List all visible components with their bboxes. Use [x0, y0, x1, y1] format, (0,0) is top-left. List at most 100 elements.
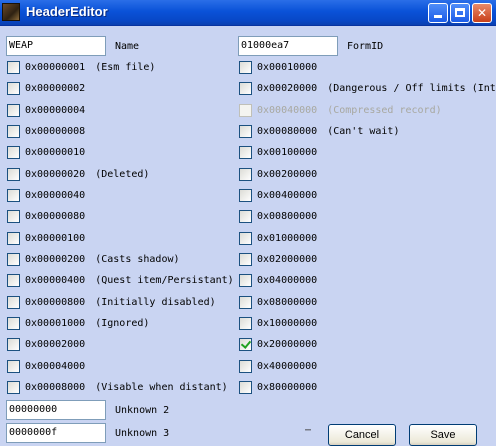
right-flag-checkbox[interactable]	[239, 274, 252, 287]
flag-code: 0x00400000	[257, 190, 318, 201]
right-flag-checkbox[interactable]	[239, 146, 252, 159]
flag-code: 0x00002000	[25, 339, 86, 350]
left-flag-label: 0x00000100	[25, 233, 85, 245]
left-flag-label: 0x00000020 (Deleted)	[25, 169, 149, 181]
right-flag-checkbox[interactable]	[239, 317, 252, 330]
flag-description: (Initially disabled)	[95, 297, 216, 308]
flag-code: 0x08000000	[257, 297, 318, 308]
left-flag-checkbox[interactable]	[7, 338, 20, 351]
flag-code: 0x00000200	[25, 254, 86, 265]
maximize-button[interactable]	[450, 3, 470, 23]
left-flag-checkbox[interactable]	[7, 232, 20, 245]
left-flag-checkbox[interactable]	[7, 296, 20, 309]
right-flag-label: 0x02000000	[257, 254, 317, 266]
formid-field[interactable]: 01000ea7	[238, 36, 338, 56]
left-flag-checkbox[interactable]	[7, 210, 20, 223]
flag-code: 0x00000001	[25, 62, 86, 73]
flag-code: 0x00200000	[257, 169, 318, 180]
left-flag-label: 0x00000080	[25, 211, 85, 223]
right-flag-checkbox[interactable]	[239, 253, 252, 266]
right-flag-label: 0x00020000 (Dangerous / Off limits (Inte	[257, 83, 496, 95]
right-flag-label: 0x00400000	[257, 190, 317, 202]
flag-code: 0x40000000	[257, 361, 318, 372]
flag-description: (Dangerous / Off limits (Inte	[327, 83, 496, 94]
right-flag-checkbox[interactable]	[239, 381, 252, 394]
title-bar[interactable]: HeaderEditor ✕	[0, 0, 496, 26]
flag-code: 0x00000400	[25, 275, 86, 286]
flag-description: (Casts shadow)	[95, 254, 180, 265]
record-type-field[interactable]: WEAP	[6, 36, 106, 56]
flag-code: 0x00000100	[25, 233, 86, 244]
minimize-button[interactable]	[428, 3, 448, 23]
unknown2-label: Unknown 2	[115, 405, 170, 416]
right-flag-checkbox[interactable]	[239, 210, 252, 223]
flag-description: (Deleted)	[95, 169, 150, 180]
right-flag-label: 0x10000000	[257, 318, 317, 330]
close-icon: ✕	[476, 6, 488, 20]
right-flag-checkbox[interactable]	[239, 82, 252, 95]
right-flag-checkbox[interactable]	[239, 360, 252, 373]
left-flag-checkbox[interactable]	[7, 125, 20, 138]
left-flag-label: 0x00008000 (Visable when distant)	[25, 382, 228, 394]
window-title: HeaderEditor	[26, 4, 108, 19]
right-flag-checkbox[interactable]	[239, 61, 252, 74]
left-flag-checkbox[interactable]	[7, 381, 20, 394]
maximize-icon	[455, 8, 465, 17]
left-flag-checkbox[interactable]	[7, 274, 20, 287]
right-flag-checkbox[interactable]	[239, 296, 252, 309]
left-flag-label: 0x00000400 (Quest item/Persistant)	[25, 275, 234, 287]
left-flag-checkbox[interactable]	[7, 61, 20, 74]
left-flag-label: 0x00000040	[25, 190, 85, 202]
unknown3-field[interactable]: 0000000f	[6, 423, 106, 443]
flag-description: (Visable when distant)	[95, 382, 228, 393]
flag-code: 0x10000000	[257, 318, 318, 329]
left-flag-checkbox[interactable]	[7, 189, 20, 202]
left-flag-label: 0x00004000	[25, 361, 85, 373]
left-flag-checkbox[interactable]	[7, 168, 20, 181]
flag-code: 0x00001000	[25, 318, 86, 329]
minimize-icon	[434, 15, 442, 18]
flag-code: 0x80000000	[257, 382, 318, 393]
save-button[interactable]: Save	[409, 424, 477, 446]
flag-code: 0x04000000	[257, 275, 318, 286]
right-flag-checkbox[interactable]	[239, 189, 252, 202]
flag-code: 0x00000002	[25, 83, 86, 94]
flag-description: (Quest item/Persistant)	[95, 275, 234, 286]
left-flag-checkbox[interactable]	[7, 146, 20, 159]
left-flag-label: 0x00002000	[25, 339, 85, 351]
left-flag-checkbox[interactable]	[7, 253, 20, 266]
left-flag-label: 0x00000010	[25, 147, 85, 159]
right-flag-checkbox[interactable]	[239, 338, 252, 351]
left-flag-label: 0x00000001 (Esm file)	[25, 62, 155, 74]
right-flag-label: 0x08000000	[257, 297, 317, 309]
flag-code: 0x00000800	[25, 297, 86, 308]
left-flag-label: 0x00000002	[25, 83, 85, 95]
unknown3-label: Unknown 3	[115, 428, 170, 439]
flag-code: 0x00080000	[257, 126, 318, 137]
flag-code: 0x00100000	[257, 147, 318, 158]
flag-code: 0x00000020	[25, 169, 86, 180]
left-flag-label: 0x00001000 (Ignored)	[25, 318, 149, 330]
app-icon	[2, 3, 20, 21]
left-flag-checkbox[interactable]	[7, 104, 20, 117]
right-flag-label: 0x00080000 (Can't wait)	[257, 126, 399, 138]
left-flag-checkbox[interactable]	[7, 317, 20, 330]
flag-code: 0x00000004	[25, 105, 86, 116]
name-label: Name	[115, 41, 140, 52]
left-flag-checkbox[interactable]	[7, 360, 20, 373]
right-flag-checkbox[interactable]	[239, 125, 252, 138]
unknown2-field[interactable]: 00000000	[6, 400, 106, 420]
right-flag-label: 0x00200000	[257, 169, 317, 181]
right-flag-label: 0x80000000	[257, 382, 317, 394]
flag-code: 0x00010000	[257, 62, 318, 73]
flag-code: 0x02000000	[257, 254, 318, 265]
flag-code: 0x00008000	[25, 382, 86, 393]
close-button[interactable]: ✕	[472, 3, 492, 23]
cancel-button[interactable]: Cancel	[328, 424, 396, 446]
flag-description: (Can't wait)	[327, 126, 400, 137]
left-flag-checkbox[interactable]	[7, 82, 20, 95]
right-flag-label: 0x20000000	[257, 339, 317, 351]
right-flag-checkbox[interactable]	[239, 232, 252, 245]
right-flag-checkbox[interactable]	[239, 168, 252, 181]
flag-code: 0x00020000	[257, 83, 318, 94]
